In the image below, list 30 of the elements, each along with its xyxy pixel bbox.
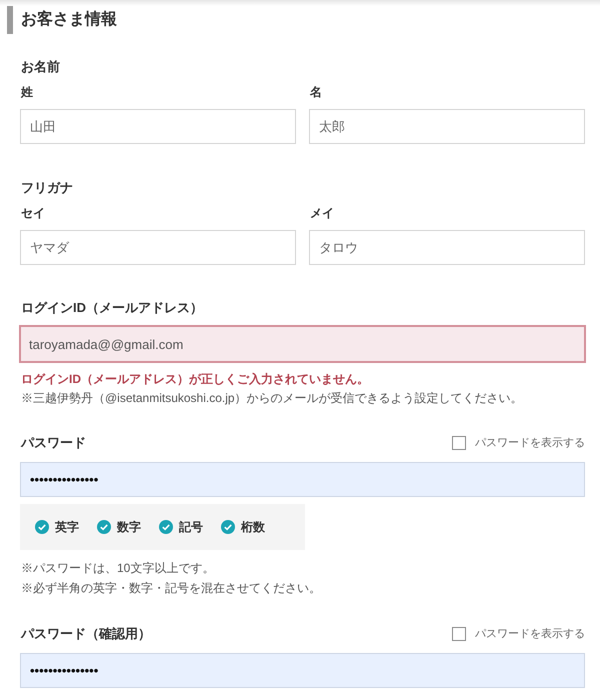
field-label: パスワード xyxy=(20,434,86,452)
group-label: お名前 xyxy=(20,58,60,76)
password-note: ※必ず半角の英字・数字・記号を混在させてください。 xyxy=(20,580,321,597)
password-note: ※パスワードは、10文字以上です。 xyxy=(20,560,214,577)
group-label: フリガナ xyxy=(20,179,73,197)
text-field[interactable]: 山田 xyxy=(20,109,296,144)
requirement-label: 数字 xyxy=(117,519,141,535)
show-password-label: パスワードを表示する xyxy=(475,627,585,642)
field-label: 姓 xyxy=(20,84,33,100)
requirement-label: 桁数 xyxy=(241,519,265,535)
password-field[interactable]: ••••••••••••••• xyxy=(20,653,585,688)
field-label: セイ xyxy=(20,205,45,221)
section-title: お客さま情報 xyxy=(21,9,117,30)
show-password-checkbox[interactable] xyxy=(452,436,466,450)
field-label: パスワード（確認用） xyxy=(20,625,151,643)
email-note: ※三越伊勢丹（@isetanmitsukoshi.co.jp）からのメールが受信できるよう設定してください。 xyxy=(20,390,523,407)
requirement-label: 英字 xyxy=(55,519,79,535)
show-password-label: パスワードを表示する xyxy=(475,436,585,451)
password-field[interactable]: ••••••••••••••• xyxy=(20,462,585,497)
field-label: ログインID（メールアドレス） xyxy=(20,299,203,317)
text-field[interactable]: 太郎 xyxy=(309,109,585,144)
text-field[interactable]: タロウ xyxy=(309,230,585,265)
error-message: ログインID（メールアドレス）が正しくご入力されていません。 xyxy=(20,371,369,388)
email-field[interactable]: taroyamada@@gmail.com xyxy=(19,325,586,363)
requirement-label: 記号 xyxy=(179,519,203,535)
field-label: 名 xyxy=(309,84,322,100)
show-password-checkbox[interactable] xyxy=(452,627,466,641)
field-label: メイ xyxy=(309,205,334,221)
text-field[interactable]: ヤマダ xyxy=(20,230,296,265)
section-marker xyxy=(7,6,13,34)
